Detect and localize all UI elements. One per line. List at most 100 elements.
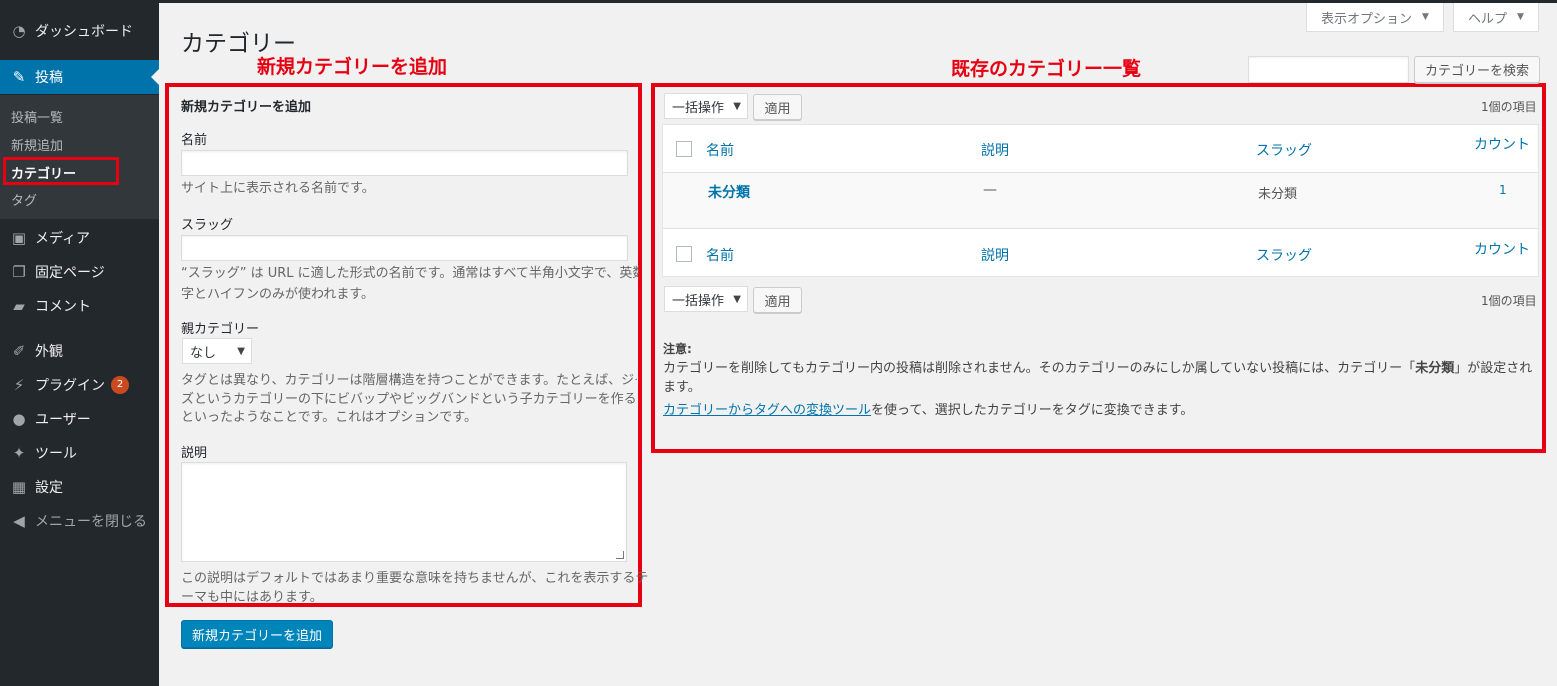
bulk-action-select-top[interactable]: 一括操作 ▼ xyxy=(664,93,748,119)
help-label: ヘルプ xyxy=(1468,11,1508,27)
category-slug: 未分類 xyxy=(1258,187,1298,202)
slug-description-1: “スラッグ” は URL に適した形式の名前です。通常はすべて半角小文字で、英数 xyxy=(181,266,639,281)
category-description: — xyxy=(983,182,997,198)
settings-icon: ▦ xyxy=(11,478,27,496)
parent-select-value: なし xyxy=(190,345,217,361)
help-button[interactable]: ヘルプ ▼ xyxy=(1453,3,1539,32)
column-count-footer[interactable]: カウント xyxy=(1474,239,1530,259)
items-count-bottom: 1個の項目 xyxy=(1481,294,1537,308)
search-input[interactable] xyxy=(1248,56,1409,83)
slug-input[interactable] xyxy=(181,235,628,261)
note-uncategorized: 未分類 xyxy=(1415,361,1455,376)
parent-description-1: タグとは異なり、カテゴリーは階層構造を持つことができます。たとえば、ジャ xyxy=(181,373,637,388)
menu-users[interactable]: ● ユーザー xyxy=(0,402,159,436)
submenu-all-posts[interactable]: 投稿一覧 xyxy=(11,107,63,126)
menu-settings-label: 設定 xyxy=(35,480,63,496)
note-text-1: カテゴリーを削除してもカテゴリー内の投稿は削除されません。そのカテゴリーのみにし… xyxy=(663,359,1543,378)
menu-tools[interactable]: ✦ ツール xyxy=(0,436,159,470)
name-label: 名前 xyxy=(181,133,208,148)
caret-down-icon: ▼ xyxy=(733,293,741,305)
add-category-button[interactable]: 新規カテゴリーを追加 xyxy=(181,620,333,648)
submenu-tags[interactable]: タグ xyxy=(11,190,37,209)
caret-down-icon: ▼ xyxy=(1422,12,1429,22)
note-text-1a: カテゴリーを削除してもカテゴリー内の投稿は削除されません。そのカテゴリーのみにし… xyxy=(663,361,1416,376)
pages-icon: ❐ xyxy=(12,263,26,281)
bulk-action-value-bottom: 一括操作 xyxy=(672,293,725,309)
menu-appearance[interactable]: ✐ 外観 xyxy=(0,334,159,368)
wrench-icon: ✦ xyxy=(12,444,26,462)
menu-posts-label: 投稿 xyxy=(35,70,63,86)
submenu-add-new[interactable]: 新規追加 xyxy=(11,135,63,154)
note-text-3: カテゴリーからタグへの変換ツールを使って、選択したカテゴリーをタグに変換できます… xyxy=(663,401,1193,420)
menu-tools-label: ツール xyxy=(35,446,77,462)
note-text-1c: 」が設定され xyxy=(1454,361,1533,376)
menu-settings[interactable]: ▦ 設定 xyxy=(0,470,159,504)
parent-label: 親カテゴリー xyxy=(181,322,260,337)
menu-comments[interactable]: ▰ コメント xyxy=(0,289,159,323)
dashboard-icon: ◔ xyxy=(12,22,26,40)
description-textarea[interactable] xyxy=(181,462,627,562)
note-text-2: ます。 xyxy=(663,380,701,395)
parent-description-3: といったようなことです。これはオプションです。 xyxy=(181,410,478,425)
bulk-action-select-bottom[interactable]: 一括操作 ▼ xyxy=(664,286,748,312)
column-name-header[interactable]: 名前 xyxy=(706,140,734,160)
parent-select[interactable]: なし ▼ xyxy=(182,338,252,364)
column-slug-footer[interactable]: スラッグ xyxy=(1256,245,1312,265)
menu-collapse-label: メニューを閉じる xyxy=(35,514,147,530)
plugins-update-badge: 2 xyxy=(111,376,129,394)
column-description-header[interactable]: 説明 xyxy=(981,140,1009,160)
search-categories-button[interactable]: カテゴリーを検索 xyxy=(1414,56,1540,83)
slug-label: スラッグ xyxy=(181,218,234,233)
menu-pages-label: 固定ページ xyxy=(35,265,105,281)
menu-posts[interactable]: ✎ 投稿 xyxy=(0,60,159,94)
admin-sidebar: ◔ ダッシュボード ✎ 投稿 投稿一覧 新規追加 カテゴリー タグ ▣ メディア… xyxy=(0,3,159,686)
items-count-top: 1個の項目 xyxy=(1481,100,1537,114)
column-description-footer[interactable]: 説明 xyxy=(981,245,1009,265)
select-all-checkbox-bottom[interactable] xyxy=(676,246,692,262)
plugin-icon: ⚡ xyxy=(13,376,25,394)
description-help-1: この説明はデフォルトではあまり重要な意味を持ちませんが、これを表示するテ xyxy=(181,571,649,586)
note-label: 注意: xyxy=(663,342,692,356)
collapse-icon: ◀ xyxy=(13,512,25,530)
comment-icon: ▰ xyxy=(13,297,25,315)
description-label: 説明 xyxy=(181,446,208,461)
screen-options-button[interactable]: 表示オプション ▼ xyxy=(1306,3,1444,32)
column-slug-header[interactable]: スラッグ xyxy=(1256,140,1312,160)
menu-comments-label: コメント xyxy=(35,299,91,315)
caret-down-icon: ▼ xyxy=(237,345,245,357)
pin-icon: ✎ xyxy=(12,68,26,86)
menu-appearance-label: 外観 xyxy=(35,344,63,360)
annotation-add-new: 新規カテゴリーを追加 xyxy=(257,56,448,78)
name-description: サイト上に表示される名前です。 xyxy=(181,181,375,196)
highlight-box-categories xyxy=(3,157,119,185)
annotation-existing-list: 既存のカテゴリー一覧 xyxy=(951,58,1142,80)
menu-dashboard[interactable]: ◔ ダッシュボード xyxy=(0,14,159,48)
column-count-header[interactable]: カウント xyxy=(1474,134,1530,154)
menu-plugins[interactable]: ⚡ プラグイン 2 xyxy=(0,368,159,402)
resize-handle-icon[interactable] xyxy=(616,551,624,559)
menu-users-label: ユーザー xyxy=(35,412,91,428)
menu-media-label: メディア xyxy=(35,231,91,247)
user-icon: ● xyxy=(12,410,26,428)
caret-down-icon: ▼ xyxy=(733,100,741,112)
select-all-checkbox-top[interactable] xyxy=(676,141,692,157)
converter-tool-link[interactable]: カテゴリーからタグへの変換ツール xyxy=(663,403,871,418)
menu-collapse[interactable]: ◀ メニューを閉じる xyxy=(0,504,159,538)
media-icon: ▣ xyxy=(11,229,27,247)
table-row xyxy=(663,172,1538,229)
category-count-link[interactable]: 1 xyxy=(1499,183,1507,197)
brush-icon: ✐ xyxy=(12,342,26,360)
menu-media[interactable]: ▣ メディア xyxy=(0,221,159,255)
apply-button-bottom[interactable]: 適用 xyxy=(753,287,802,313)
menu-dashboard-label: ダッシュボード xyxy=(35,24,133,40)
column-name-footer[interactable]: 名前 xyxy=(706,245,734,265)
bulk-action-value: 一括操作 xyxy=(672,100,725,116)
name-input[interactable] xyxy=(181,150,628,176)
form-heading: 新規カテゴリーを追加 xyxy=(181,100,312,115)
menu-pages[interactable]: ❐ 固定ページ xyxy=(0,255,159,289)
category-name-link[interactable]: 未分類 xyxy=(708,182,750,202)
caret-down-icon: ▼ xyxy=(1517,12,1524,22)
menu-plugins-label: プラグイン xyxy=(35,378,105,394)
slug-description-2: 字とハイフンのみが使われます。 xyxy=(181,287,375,302)
apply-button-top[interactable]: 適用 xyxy=(753,94,802,120)
